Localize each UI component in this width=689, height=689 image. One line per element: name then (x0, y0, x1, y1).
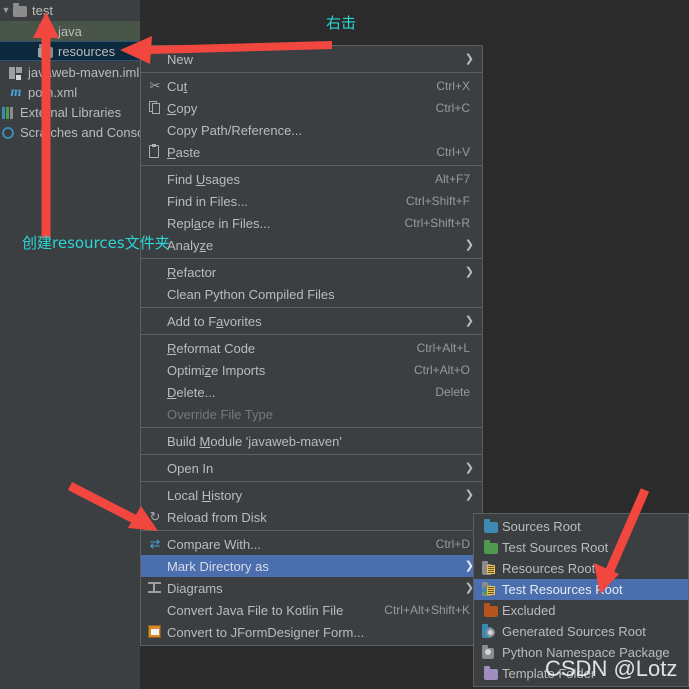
annotation-arrows-layer (33, 12, 650, 594)
watermark-text: CSDN @Lotz (545, 656, 678, 681)
arrow-down-to-test-resources-root (594, 488, 650, 594)
arrow-left-to-resources (120, 36, 333, 64)
arrow-up-to-test (33, 12, 59, 238)
annotation-create-resources: 创建resources文件夹 (22, 234, 170, 252)
arrow-to-mark-directory (67, 481, 158, 531)
screenshot-root: ▼ test java resources javaweb-maven.iml (0, 0, 689, 689)
annotation-right-click: 右击 (326, 14, 357, 32)
